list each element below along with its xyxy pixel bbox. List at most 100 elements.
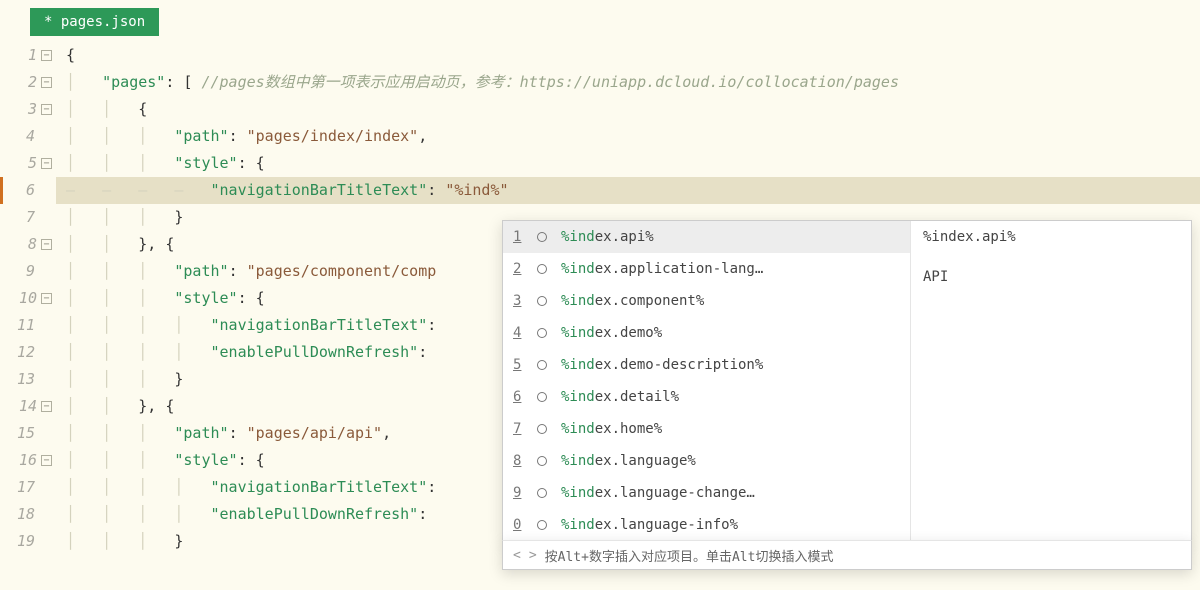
line-number: 7 — [26, 204, 35, 231]
code-line[interactable]: │ │ │ "path": "pages/index/index", — [56, 123, 1200, 150]
autocomplete-item-number: 4 — [513, 325, 523, 341]
line-number: 15 — [17, 420, 35, 447]
punct: } — [174, 532, 183, 550]
json-key: "enablePullDownRefresh" — [211, 505, 419, 523]
circle-icon — [537, 520, 547, 530]
json-key: "navigationBarTitleText" — [211, 316, 428, 334]
autocomplete-item-number: 1 — [513, 229, 523, 245]
line-number: 16 — [19, 447, 37, 474]
json-key: "style" — [174, 451, 237, 469]
gutter-row: 19 — [0, 528, 52, 555]
autocomplete-item-number: 5 — [513, 357, 523, 373]
autocomplete-item[interactable]: 0 %index.language-info% — [503, 509, 910, 541]
line-number: 9 — [26, 258, 35, 285]
gutter-row: 3− — [0, 96, 52, 123]
gutter-row: 7 — [0, 204, 52, 231]
circle-icon — [537, 392, 547, 402]
punct: } — [174, 208, 183, 226]
file-tab[interactable]: * pages.json — [30, 8, 159, 36]
line-number: 4 — [26, 123, 35, 150]
json-key: "path" — [174, 424, 228, 442]
line-number: 14 — [19, 393, 37, 420]
autocomplete-item[interactable]: 9 %index.language-change… — [503, 477, 910, 509]
gutter: 1−2−3−45−678−910−11121314−1516−171819 — [0, 42, 56, 555]
json-key: "navigationBarTitleText" — [211, 478, 428, 496]
autocomplete-item-number: 8 — [513, 453, 523, 469]
autocomplete-item-number: 9 — [513, 485, 523, 501]
autocomplete-item[interactable]: 1%index.api% — [503, 221, 910, 253]
line-number: 12 — [17, 339, 35, 366]
autocomplete-list[interactable]: 1%index.api%2%index.application-lang…3%i… — [503, 221, 911, 541]
file-tab-label: * pages.json — [44, 14, 145, 30]
autocomplete-item-number: 0 — [513, 517, 523, 533]
gutter-row: 6 — [0, 177, 52, 204]
json-string: "%ind%" — [445, 181, 508, 199]
autocomplete-item[interactable]: 2%index.application-lang… — [503, 253, 910, 285]
fold-icon[interactable]: − — [41, 239, 52, 250]
punct: : [ — [165, 73, 201, 91]
fold-icon[interactable]: − — [41, 50, 52, 61]
json-key: "navigationBarTitleText" — [211, 181, 428, 199]
json-string: "pages/component/comp — [247, 262, 437, 280]
punct: }, { — [138, 397, 174, 415]
fold-icon[interactable]: − — [41, 104, 52, 115]
autocomplete-item[interactable]: 3%index.component% — [503, 285, 910, 317]
autocomplete-item[interactable]: 6%index.detail% — [503, 381, 910, 413]
autocomplete-item-label: %index.demo% — [561, 325, 662, 341]
punct: : — [229, 424, 247, 442]
json-key: "path" — [174, 127, 228, 145]
punct: : — [229, 262, 247, 280]
punct: , — [418, 127, 427, 145]
gutter-row: 10− — [0, 285, 52, 312]
punct: : — [418, 343, 427, 361]
autocomplete-item-label: %index.home% — [561, 421, 662, 437]
autocomplete-item-number: 6 — [513, 389, 523, 405]
code-line[interactable]: │ "pages": [ //pages数组中第一项表示应用启动页，参考：htt… — [56, 69, 1200, 96]
fold-icon[interactable]: − — [41, 293, 52, 304]
json-key: "path" — [174, 262, 228, 280]
circle-icon — [537, 232, 547, 242]
line-number: 10 — [19, 285, 37, 312]
gutter-row: 1− — [0, 42, 52, 69]
code-line[interactable]: — — — — "navigationBarTitleText": "%ind%… — [56, 177, 1200, 204]
autocomplete-item[interactable]: 8 %index.language% — [503, 445, 910, 477]
autocomplete-item[interactable]: 5%index.demo-description% — [503, 349, 910, 381]
circle-icon — [537, 488, 547, 498]
punct: }, { — [138, 235, 174, 253]
punct: : — [427, 316, 436, 334]
gutter-row: 15 — [0, 420, 52, 447]
line-number: 18 — [17, 501, 35, 528]
punct: { — [138, 100, 147, 118]
code-line[interactable]: │ │ │ "style": { — [56, 150, 1200, 177]
autocomplete-popup[interactable]: 1%index.api%2%index.application-lang…3%i… — [502, 220, 1192, 542]
circle-icon — [537, 328, 547, 338]
chevron-left-icon[interactable]: < — [513, 548, 521, 563]
punct: : { — [238, 154, 265, 172]
code-line[interactable]: { — [56, 42, 1200, 69]
autocomplete-doc-title: %index.api% — [923, 229, 1179, 245]
fold-icon[interactable]: − — [41, 158, 52, 169]
punct: : { — [238, 289, 265, 307]
autocomplete-footer-text: 按Alt+数字插入对应项目。单击Alt切换插入模式 — [545, 546, 834, 565]
autocomplete-item[interactable]: 4 %index.demo% — [503, 317, 910, 349]
circle-icon — [537, 424, 547, 434]
autocomplete-item-label: %index.language-info% — [561, 517, 738, 533]
autocomplete-item[interactable]: 7%index.home% — [503, 413, 910, 445]
circle-icon — [537, 264, 547, 274]
fold-icon[interactable]: − — [41, 455, 52, 466]
autocomplete-doc-desc: API — [923, 269, 1179, 285]
gutter-row: 18 — [0, 501, 52, 528]
json-string: "pages/index/index" — [247, 127, 419, 145]
autocomplete-item-label: %index.language% — [561, 453, 696, 469]
gutter-row: 8− — [0, 231, 52, 258]
gutter-row: 13 — [0, 366, 52, 393]
fold-icon[interactable]: − — [41, 401, 52, 412]
json-key: "style" — [174, 289, 237, 307]
line-number: 3 — [28, 96, 37, 123]
fold-icon[interactable]: − — [41, 77, 52, 88]
chevron-right-icon[interactable]: > — [529, 548, 537, 563]
code-line[interactable]: │ │ { — [56, 96, 1200, 123]
autocomplete-item-label: %index.language-change… — [561, 485, 755, 501]
json-key: "style" — [174, 154, 237, 172]
autocomplete-item-label: %index.application-lang… — [561, 261, 763, 277]
